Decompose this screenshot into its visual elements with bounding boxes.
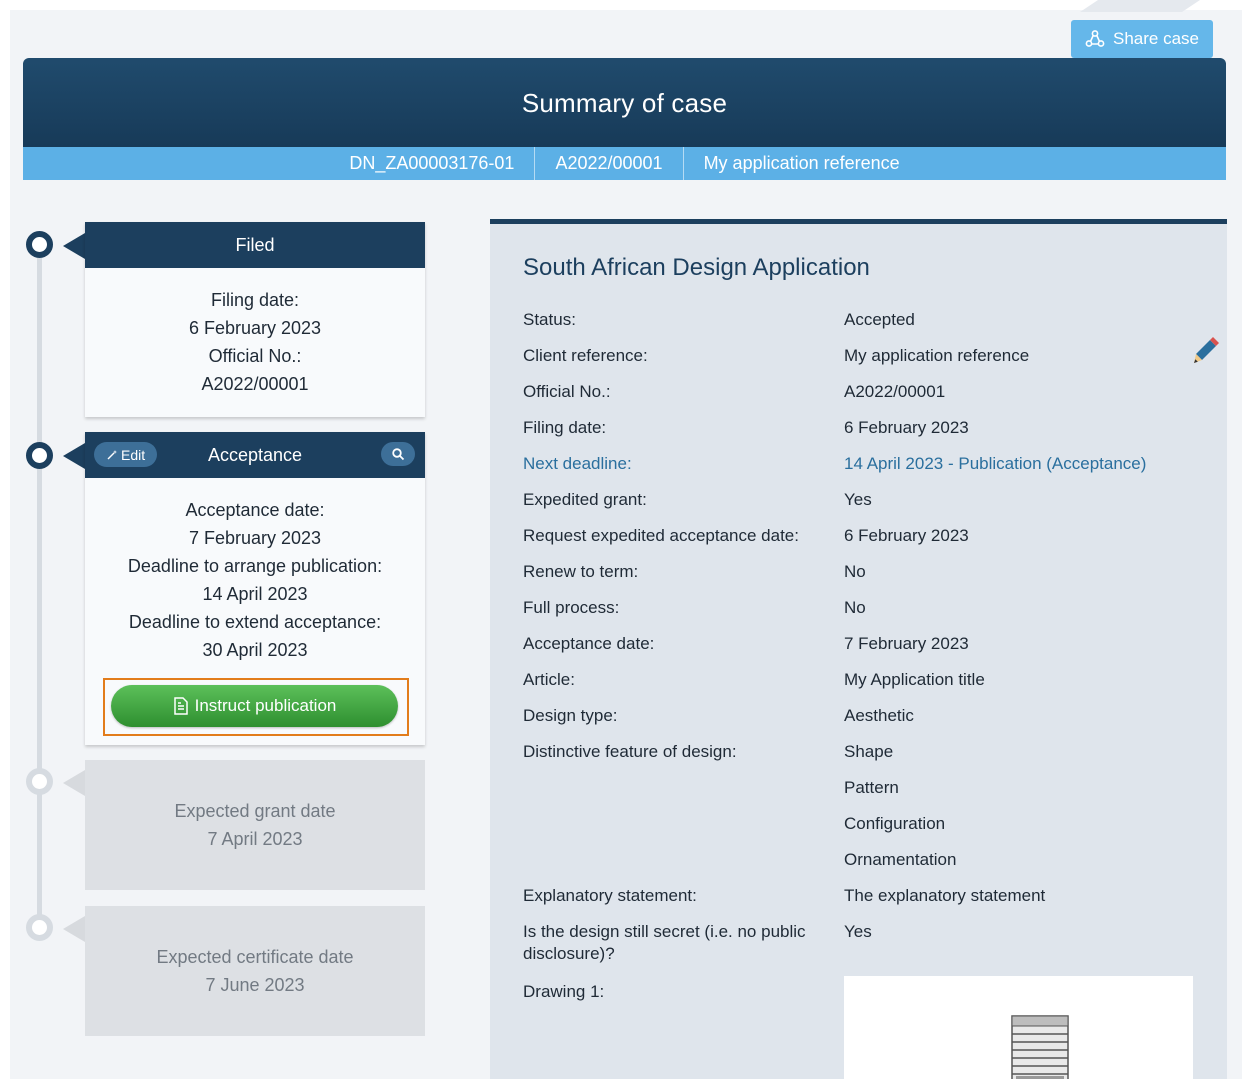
timeline-pointer-acceptance [63,443,85,469]
detail-value: 6 February 2023 [844,418,969,437]
edit-button[interactable]: Edit [94,442,158,467]
client-reference: My application reference [682,147,920,180]
page-title: Summary of case [521,87,728,118]
detail-label: Filing date: [523,418,607,437]
expected-certificate-date: 7 June 2023 [205,975,305,995]
detail-label: Acceptance date: [523,634,655,653]
acceptance-date-value: 7 February 2023 [188,528,322,548]
detail-label: Renew to term: [523,562,639,581]
detail-label: Official No.: [523,382,611,401]
top-decoration [1080,0,1200,12]
acceptance-card-header: Edit Acceptance [85,432,425,478]
detail-value: 7 February 2023 [844,634,969,653]
acceptance-card-body: Acceptance date: 7 February 2023 Deadlin… [85,478,425,664]
search-icon [392,448,405,461]
filing-date-label: Filing date: [210,290,300,310]
detail-value: A2022/00001 [844,382,946,401]
application-details-panel: South African Design Application Status:… [490,219,1227,1079]
detail-value: My application reference [844,346,1030,365]
publication-deadline-label: Deadline to arrange publication: [127,556,383,576]
next-deadline-label[interactable]: Next deadline: [523,453,823,475]
expected-grant-date: 7 April 2023 [207,829,303,849]
timeline-line [37,258,42,930]
acceptance-date-label: Acceptance date: [185,500,325,520]
detail-value: The explanatory statement [844,886,1046,905]
expected-certificate-label: Expected certificate date [156,947,354,967]
detail-label: Distinctive feature of design: [523,742,737,761]
share-icon [1085,30,1105,47]
detail-label: Drawing 1: [523,982,605,1001]
timeline-pointer-grant [63,770,85,796]
official-no-value: A2022/00001 [201,374,309,394]
detail-value: Aesthetic [844,706,914,725]
official-no-label: Official No.: [208,346,302,366]
expected-grant-card: Expected grant date 7 April 2023 [85,760,425,890]
filed-card-header: Filed [85,222,425,268]
official-number: A2022/00001 [534,147,682,180]
expected-grant-label: Expected grant date [174,801,336,821]
detail-value: Yes [844,490,872,509]
detail-value: Configuration [844,814,946,833]
detail-value: Yes [844,922,872,941]
case-number: DN_ZA00003176-01 [349,153,515,173]
drawing-preview[interactable] [844,976,1193,1079]
detail-value: No [844,598,866,617]
share-case-button[interactable]: Share case [1071,20,1213,58]
acceptance-title: Acceptance [207,444,303,465]
detail-value: Ornamentation [844,850,957,869]
extension-deadline-value: 30 April 2023 [202,640,308,660]
timeline-dot-acceptance [26,442,53,469]
detail-label: Is the design still secret (i.e. no publ… [523,922,806,963]
filed-card: Filed Filing date: 6 February 2023 Offic… [85,222,425,417]
instruct-publication-label: Instruct publication [194,696,337,715]
detail-value: Accepted [844,310,915,329]
detail-value: No [844,562,866,581]
details-title: South African Design Application [523,254,870,281]
timeline-dot-certificate [26,914,53,941]
extension-deadline-label: Deadline to extend acceptance: [128,612,382,632]
timeline-pointer-filed [63,233,85,259]
document-icon [173,697,188,715]
detail-value: Pattern [844,778,899,797]
case-summary-header: Summary of case [23,58,1226,148]
publication-deadline-value: 14 April 2023 [202,584,308,604]
filed-title: Filed [235,234,275,255]
detail-label: Article: [523,670,575,689]
share-case-label: Share case [1113,29,1199,48]
detail-value: My Application title [844,670,985,689]
timeline-dot-grant [26,768,53,795]
expected-certificate-card: Expected certificate date 7 June 2023 [85,906,425,1036]
acceptance-card: Edit Acceptance Acceptance date: 7 Febru… [85,432,425,745]
detail-label: Full process: [523,598,620,617]
timeline-pointer-certificate [63,916,85,942]
edit-label: Edit [121,446,146,463]
detail-label: Client reference: [523,346,648,365]
detail-label: Expedited grant: [523,490,647,509]
edit-pencil-icon[interactable] [1190,336,1220,366]
detail-label: Design type: [523,706,618,725]
drawing-thumbnail [1011,1015,1069,1079]
next-deadline-link[interactable]: 14 April 2023 - Publication (Acceptance) [844,453,1146,475]
timeline-dot-filed [26,231,53,258]
filing-date-value: 6 February 2023 [188,318,322,338]
instruct-publication-button[interactable]: Instruct publication [111,685,398,727]
case-reference-strip: DN_ZA00003176-01 A2022/00001 My applicat… [23,147,1226,180]
filed-card-body: Filing date: 6 February 2023 Official No… [85,268,425,398]
detail-label: Request expedited acceptance date: [523,526,799,545]
detail-label: Explanatory statement: [523,886,697,905]
search-button[interactable] [381,442,415,466]
detail-value: 6 February 2023 [844,526,969,545]
detail-value: Shape [844,742,894,761]
magic-wand-icon [107,449,117,459]
detail-label: Status: [523,310,576,329]
